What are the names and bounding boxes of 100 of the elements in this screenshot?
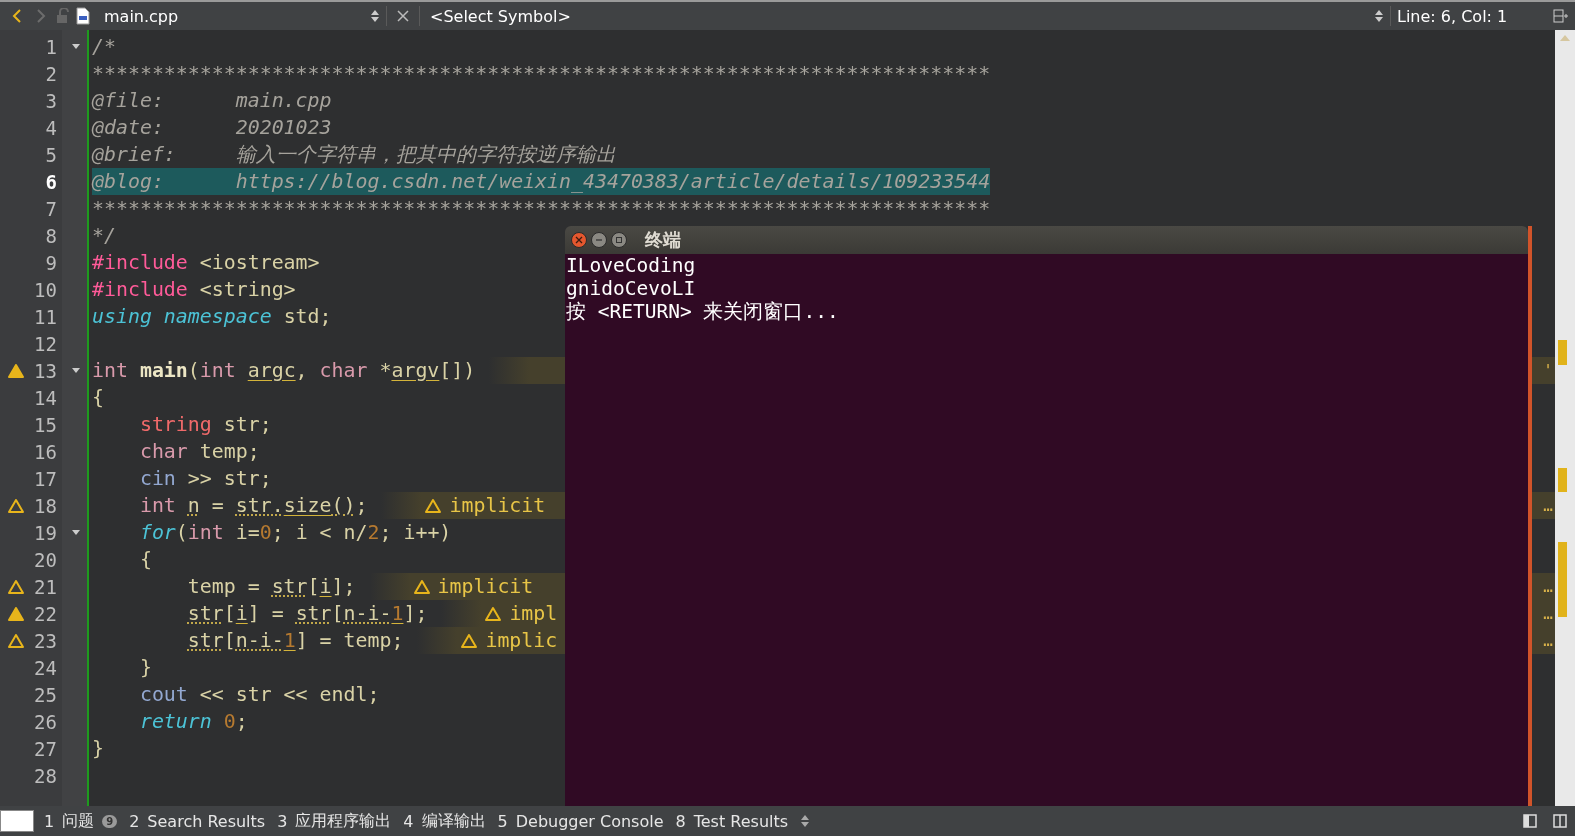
output-pane-tab[interactable]: 4 编译输出 xyxy=(399,810,494,832)
line-number: 22 xyxy=(34,602,57,625)
line-number: 2 xyxy=(45,62,57,85)
warning-icon xyxy=(413,579,430,594)
lock-icon xyxy=(56,8,70,24)
minimize-button[interactable] xyxy=(591,232,607,248)
warning-text: implicit xyxy=(437,575,534,598)
line-number: 25 xyxy=(34,683,57,706)
warning-text: … xyxy=(1543,496,1554,515)
line-number: 15 xyxy=(34,413,57,436)
file-icon xyxy=(76,7,90,25)
code-line: temp = str[i]; xyxy=(186,574,356,600)
warning-icon xyxy=(425,498,442,513)
line-number: 5 xyxy=(45,143,57,166)
line-number: 24 xyxy=(34,656,57,679)
code-line: #include <string> xyxy=(92,277,296,303)
up-down-icon[interactable] xyxy=(370,9,380,23)
line-number: 16 xyxy=(34,440,57,463)
code-line: int n = str.size(); xyxy=(138,493,368,519)
line-number: 12 xyxy=(34,332,57,355)
line-number: 6 xyxy=(45,170,57,193)
warning-marker xyxy=(1558,340,1567,365)
split-icon[interactable] xyxy=(1553,814,1567,828)
line-number: 11 xyxy=(34,305,57,328)
line-number: 10 xyxy=(34,278,57,301)
line-number: 3 xyxy=(45,89,57,112)
line-number: 14 xyxy=(34,386,57,409)
output-pane-tab[interactable]: 1 问题 9 xyxy=(40,810,126,832)
fold-icon[interactable] xyxy=(71,368,80,373)
code-line: int main(int argc, char *argv[]) xyxy=(92,358,476,384)
line-number: 8 xyxy=(45,224,57,247)
code-line: char temp; xyxy=(138,439,260,465)
line-number: 23 xyxy=(34,629,57,652)
output-pane-tab[interactable]: 5 Debugger Console xyxy=(493,811,672,831)
line-number: 7 xyxy=(45,197,57,220)
code-line: { xyxy=(92,385,104,411)
fold-icon[interactable] xyxy=(71,530,80,535)
line-number: 26 xyxy=(34,710,57,733)
warning-icon xyxy=(461,633,478,648)
line-number: 18 xyxy=(34,494,57,517)
locator-field[interactable] xyxy=(0,810,34,832)
output-pane-tab[interactable]: 8 Test Results xyxy=(671,811,797,831)
terminal-output: gnidoCevoLI xyxy=(566,277,697,300)
code-line: } xyxy=(138,655,152,681)
close-icon xyxy=(575,236,583,244)
warning-text: implicit xyxy=(449,494,546,517)
fold-icon[interactable] xyxy=(71,44,80,49)
code-line: return 0; xyxy=(138,709,248,735)
line-number: 9 xyxy=(45,251,57,274)
line-number: 17 xyxy=(34,467,57,490)
code-line: cout << str << endl; xyxy=(138,682,380,708)
line-number: 20 xyxy=(34,548,57,571)
warning-text: implic xyxy=(485,629,558,652)
minimize-icon xyxy=(595,236,603,244)
close-button[interactable] xyxy=(571,232,587,248)
code-line: str[n-i-1] = temp; xyxy=(186,628,404,654)
terminal-output: ILoveCoding xyxy=(566,254,697,277)
maximize-icon xyxy=(615,236,623,244)
output-pane-tab[interactable]: 3 应用程序输出 xyxy=(273,810,400,832)
line-number: 27 xyxy=(34,737,57,760)
code-line: /* xyxy=(92,34,116,60)
split-icon[interactable] xyxy=(1553,8,1569,24)
code-line: str[i] = str[n-i-1]; xyxy=(186,601,428,627)
warning-text: impl xyxy=(509,602,558,625)
warning-text: … xyxy=(1543,577,1554,596)
maximize-button[interactable] xyxy=(611,232,627,248)
cursor-position: Line: 6, Col: 1 xyxy=(1397,6,1509,26)
file-name: main.cpp xyxy=(104,6,180,26)
code-line: for(int i=0; i < n/2; i++) xyxy=(138,520,452,546)
up-down-icon[interactable] xyxy=(800,814,811,828)
line-number: 1 xyxy=(45,35,57,58)
symbol-dropdown[interactable]: <Select Symbol> xyxy=(426,6,575,26)
output-pane-tab[interactable]: 2 Search Results xyxy=(125,811,274,831)
code-line: string str; xyxy=(138,412,272,438)
warning-text: … xyxy=(1543,631,1554,650)
count-badge: 9 xyxy=(102,814,118,828)
code-line: @file: main.cpp xyxy=(92,88,332,114)
code-line: *************************************************************************** xyxy=(92,196,991,222)
warning-marker xyxy=(1558,468,1567,492)
warning-text: … xyxy=(1543,604,1554,623)
window-title: 终端 xyxy=(645,228,681,252)
up-down-icon[interactable] xyxy=(1374,9,1384,23)
code-line: #include <iostream> xyxy=(92,250,320,276)
code-line: using namespace std; xyxy=(92,304,332,330)
warning-icon xyxy=(485,606,502,621)
code-line: } xyxy=(92,736,104,762)
code-line: @date: 20201023 xyxy=(92,115,332,141)
warning-text: ' xyxy=(1543,361,1554,380)
line-number: 4 xyxy=(45,116,57,139)
terminal-output: 按 <RETURN> 来关闭窗口... xyxy=(566,300,840,323)
line-number: 13 xyxy=(34,359,57,382)
code-line: *************************************************************************** xyxy=(92,61,991,87)
line-number: 19 xyxy=(34,521,57,544)
line-number: 28 xyxy=(34,764,57,787)
sidebar-icon[interactable] xyxy=(1523,814,1537,828)
scrollbar[interactable] xyxy=(1555,30,1575,806)
code-line: @brief: 输入一个字符串，把其中的字符按逆序输出 xyxy=(92,142,616,168)
line-number: 21 xyxy=(34,575,57,598)
code-line: { xyxy=(138,547,152,573)
code-line: */ xyxy=(92,223,116,249)
